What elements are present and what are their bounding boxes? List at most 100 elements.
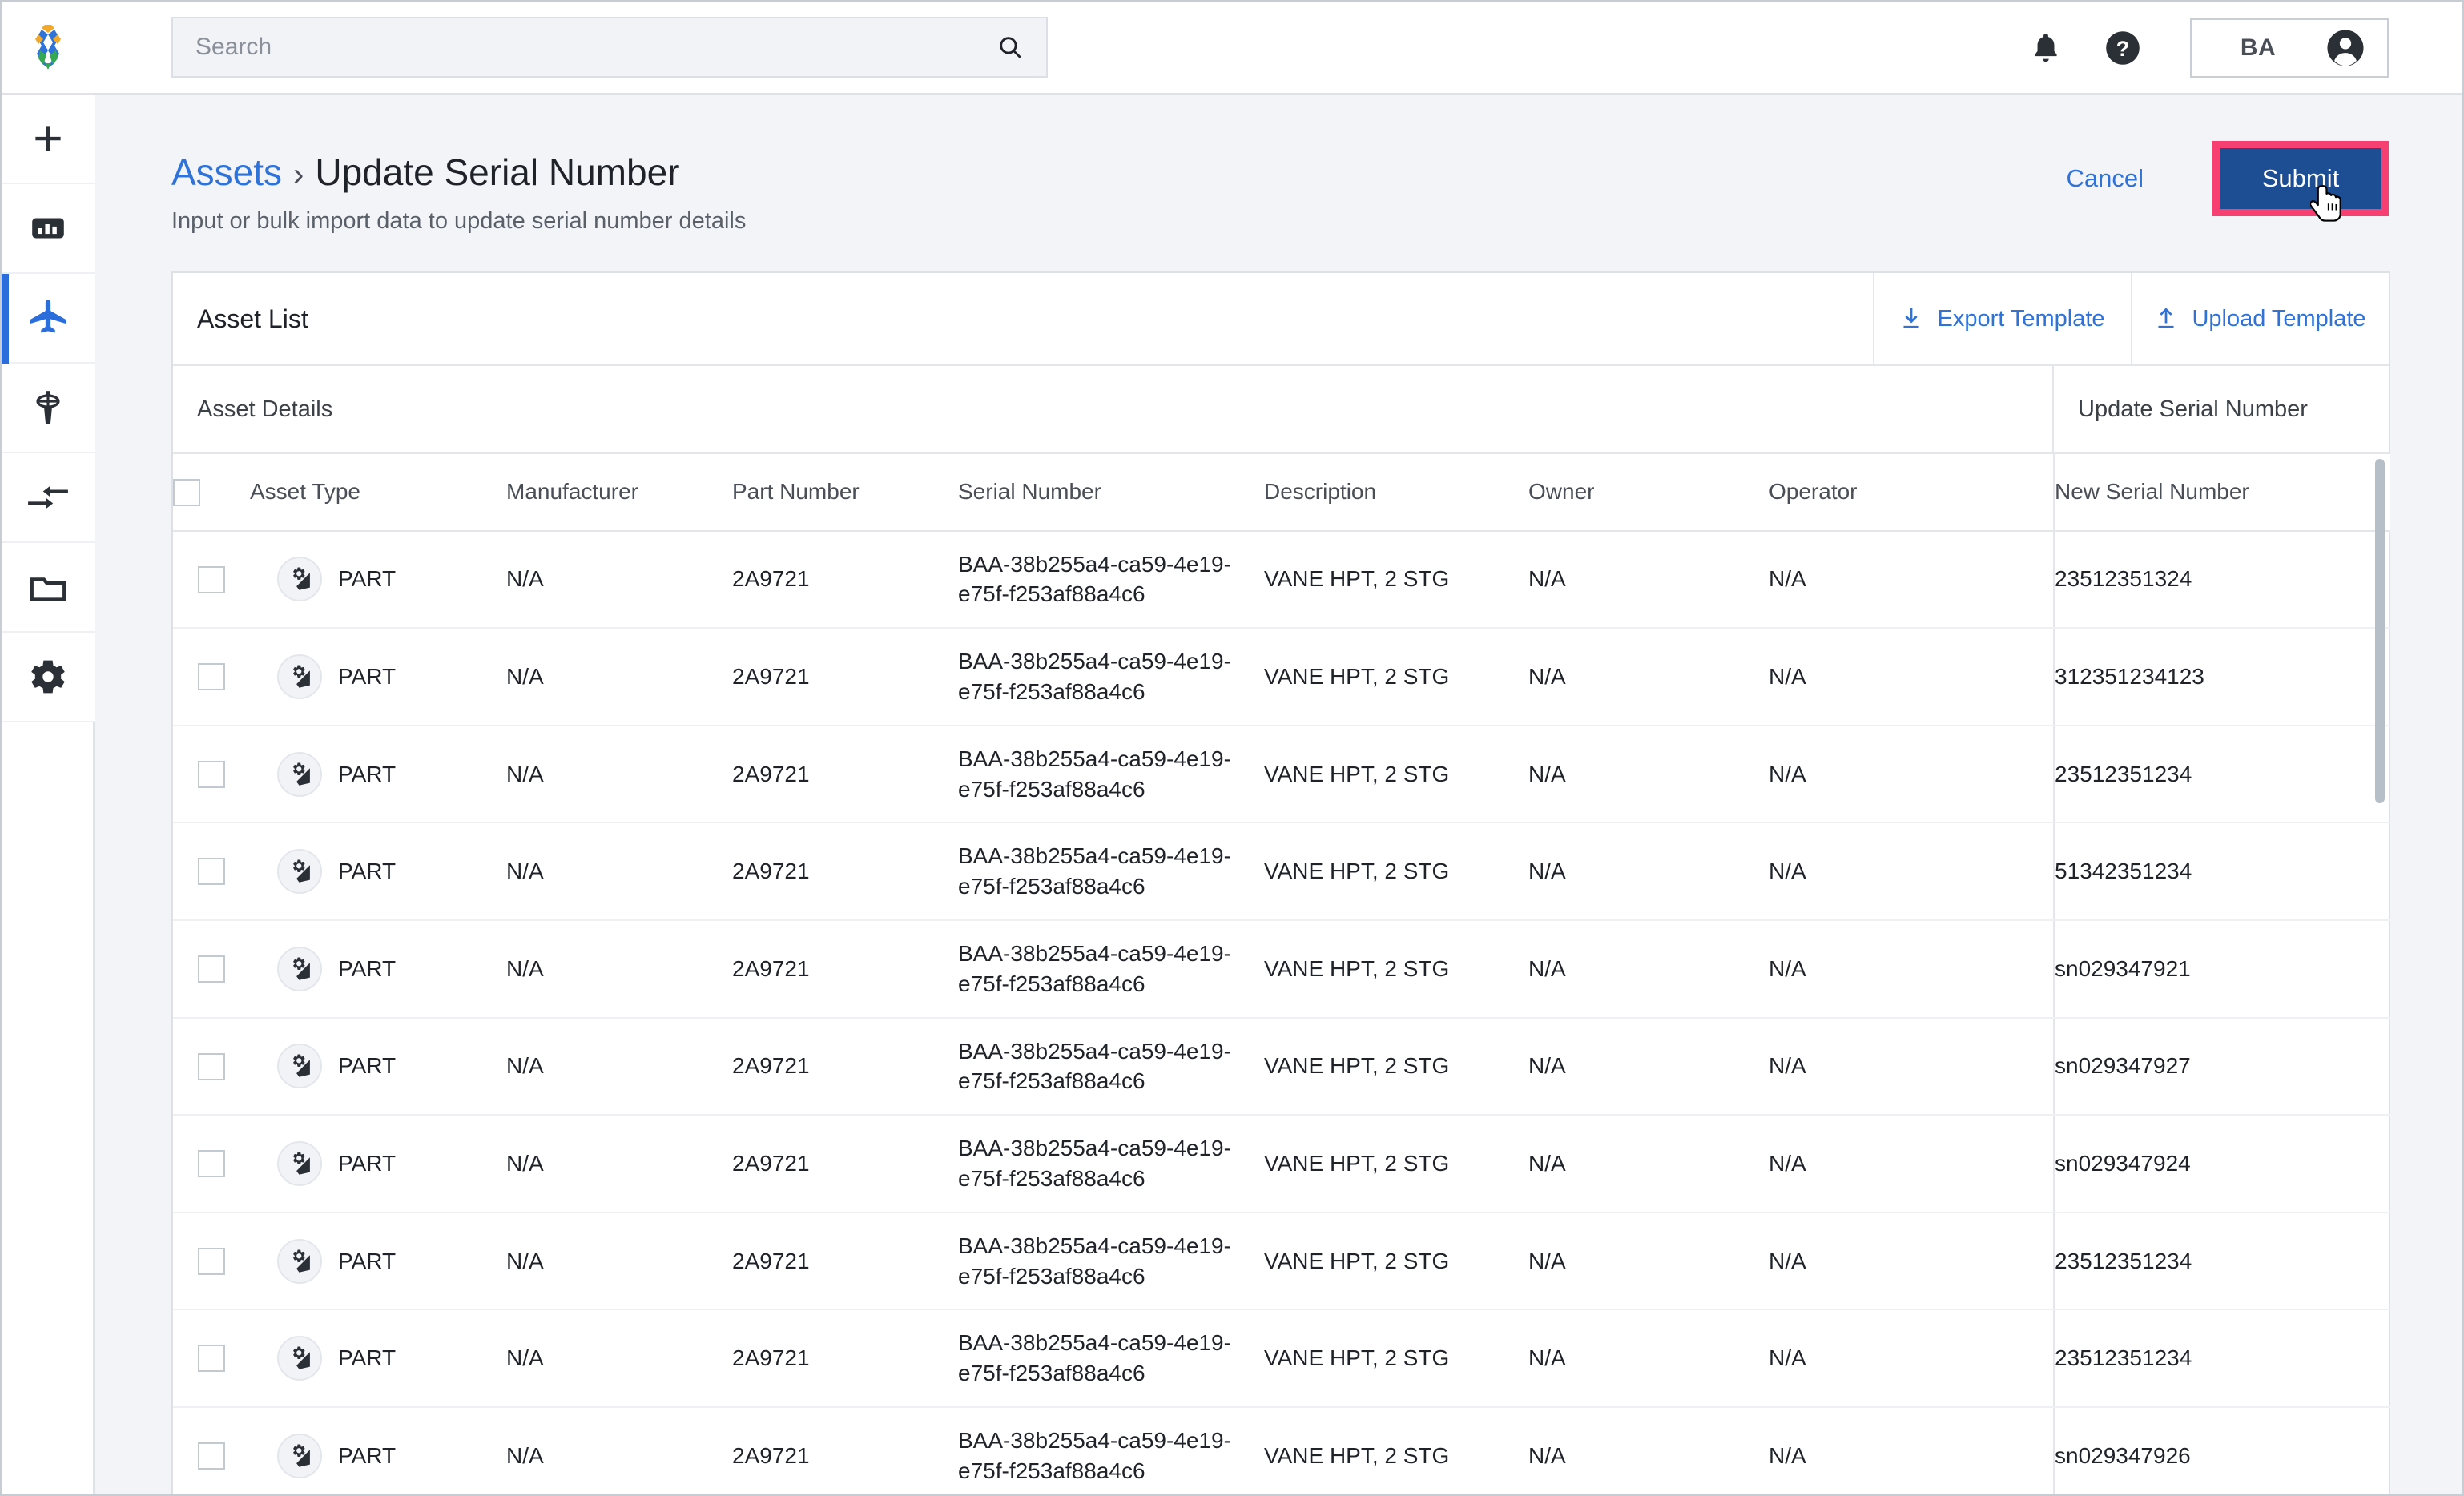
cell-asset-type: PART (250, 628, 506, 726)
app-logo[interactable] (2, 2, 95, 94)
cell-manufacturer: N/A (506, 919, 732, 1019)
user-menu[interactable]: BA (2190, 18, 2389, 78)
search-input[interactable] (173, 34, 996, 61)
upload-template-button[interactable]: Upload Template (2131, 273, 2389, 364)
row-checkbox[interactable] (198, 1052, 225, 1080)
search-icon[interactable] (996, 34, 1024, 61)
column-header-serial-number[interactable]: Serial Number (958, 454, 1264, 532)
export-template-button[interactable]: Export Template (1873, 273, 2131, 364)
cell-asset-type: PART (250, 1115, 506, 1213)
cell-new-serial-number[interactable]: 51342351234 (2053, 822, 2390, 921)
table-row[interactable]: PART N/A 2A9721 BAA-38b255a4-ca59-4e19-e75f… (173, 1406, 2390, 1494)
column-header-asset-type[interactable]: Asset Type (250, 454, 506, 532)
table-row[interactable]: PART N/A 2A9721 BAA-38b255a4-ca59-4e19-e75f… (173, 1212, 2390, 1311)
table-row[interactable]: PART N/A 2A9721 BAA-38b255a4-ca59-4e19-e75f… (173, 822, 2390, 921)
gear-icon (31, 660, 65, 694)
breadcrumb-separator-icon: › (293, 157, 304, 192)
row-checkbox[interactable] (198, 565, 225, 593)
table-row[interactable]: PART N/A 2A9721 BAA-38b255a4-ca59-4e19-e75f… (173, 1309, 2390, 1408)
row-checkbox[interactable] (198, 760, 225, 788)
row-checkbox[interactable] (198, 1247, 225, 1275)
cell-part-number: 2A9721 (732, 1212, 958, 1311)
row-select-cell (173, 1115, 250, 1213)
table-row[interactable]: PART N/A 2A9721 BAA-38b255a4-ca59-4e19-e75f… (173, 919, 2390, 1019)
cell-operator: N/A (1769, 1309, 2054, 1408)
sidebar-item-transfers[interactable] (2, 453, 95, 543)
sidebar-item-dashboard[interactable] (2, 184, 95, 274)
table-row[interactable]: PART N/A 2A9721 BAA-38b255a4-ca59-4e19-e75f… (173, 725, 2390, 824)
cell-manufacturer: N/A (506, 628, 732, 726)
global-search[interactable] (171, 17, 1048, 78)
row-checkbox[interactable] (198, 1442, 225, 1470)
row-select-cell (173, 628, 250, 726)
help-button[interactable]: ? (2084, 2, 2161, 95)
sidebar-item-add[interactable] (2, 95, 95, 184)
notifications-button[interactable] (2007, 2, 2084, 95)
column-header-owner[interactable]: Owner (1528, 454, 1769, 532)
part-type-badge (277, 1336, 322, 1381)
cell-new-serial-number[interactable]: sn029347921 (2053, 919, 2390, 1019)
cell-operator: N/A (1769, 1212, 2054, 1311)
submit-button-highlight: Submit (2212, 141, 2389, 222)
asset-type-label: PART (338, 955, 397, 981)
folder-icon (30, 577, 66, 601)
select-all-checkbox[interactable] (173, 478, 200, 506)
part-type-badge (277, 557, 322, 602)
row-checkbox[interactable] (198, 1150, 225, 1178)
cancel-button[interactable]: Cancel (2035, 151, 2176, 206)
asset-table-wrapper: Asset Type Manufacturer Part Number Seri… (173, 454, 2390, 1494)
sidebar-item-operations[interactable] (2, 364, 95, 453)
header-actions: ? BA (2007, 2, 2462, 95)
cell-new-serial-number[interactable]: 23512351324 (2053, 530, 2390, 629)
cell-owner: N/A (1528, 1406, 1769, 1494)
table-row[interactable]: PART N/A 2A9721 BAA-38b255a4-ca59-4e19-e75f… (173, 1115, 2390, 1213)
sidebar-item-documents[interactable] (2, 543, 95, 633)
left-nav-sidebar (2, 95, 95, 1494)
cell-manufacturer: N/A (506, 1212, 732, 1311)
part-type-badge (277, 849, 322, 895)
row-select-cell (173, 822, 250, 921)
column-header-description[interactable]: Description (1264, 454, 1528, 532)
sidebar-item-settings[interactable] (2, 633, 95, 722)
row-checkbox[interactable] (198, 955, 225, 983)
cell-serial-number: BAA-38b255a4-ca59-4e19-e75f-f253af88a4c6 (958, 919, 1264, 1019)
submit-button[interactable]: Submit (2220, 148, 2381, 209)
cell-new-serial-number[interactable]: sn029347926 (2053, 1406, 2390, 1494)
row-checkbox[interactable] (198, 1345, 225, 1373)
row-checkbox[interactable] (198, 663, 225, 691)
asset-type-label: PART (338, 1345, 397, 1371)
cell-operator: N/A (1769, 919, 2054, 1019)
row-checkbox[interactable] (198, 858, 225, 886)
table-row[interactable]: PART N/A 2A9721 BAA-38b255a4-ca59-4e19-e75f… (173, 1017, 2390, 1116)
cell-new-serial-number[interactable]: 23512351234 (2053, 1309, 2390, 1408)
cell-operator: N/A (1769, 822, 2054, 921)
column-header-manufacturer[interactable]: Manufacturer (506, 454, 732, 532)
cell-part-number: 2A9721 (732, 628, 958, 726)
sidebar-item-assets[interactable] (2, 274, 95, 364)
cell-serial-number: BAA-38b255a4-ca59-4e19-e75f-f253af88a4c6 (958, 628, 1264, 726)
cell-new-serial-number[interactable]: 312351234123 (2053, 628, 2390, 726)
cell-new-serial-number[interactable]: 23512351234 (2053, 725, 2390, 824)
table-row[interactable]: PART N/A 2A9721 BAA-38b255a4-ca59-4e19-e75f… (173, 530, 2390, 629)
select-all-header (173, 454, 250, 532)
application-window: ? BA (0, 0, 2464, 1496)
cell-new-serial-number[interactable]: 23512351234 (2053, 1212, 2390, 1311)
main-content-area: Assets › Update Serial Number Input or b… (95, 95, 2462, 1494)
table-row[interactable]: PART N/A 2A9721 BAA-38b255a4-ca59-4e19-e75f… (173, 628, 2390, 726)
row-select-cell (173, 530, 250, 629)
column-header-part-number[interactable]: Part Number (732, 454, 958, 532)
cell-serial-number: BAA-38b255a4-ca59-4e19-e75f-f253af88a4c6 (958, 1406, 1264, 1494)
cell-operator: N/A (1769, 725, 2054, 824)
table-vertical-scrollbar[interactable] (2375, 459, 2385, 803)
svg-text:?: ? (2116, 37, 2130, 61)
cell-new-serial-number[interactable]: sn029347924 (2053, 1115, 2390, 1213)
column-header-operator[interactable]: Operator (1769, 454, 2054, 532)
top-header-bar: ? BA (2, 2, 2462, 95)
column-header-new-serial-number[interactable]: New Serial Number (2053, 454, 2390, 532)
part-gear-icon (293, 1249, 310, 1273)
breadcrumb-link-assets[interactable]: Assets (171, 151, 282, 194)
page-header: Assets › Update Serial Number Input or b… (95, 95, 2462, 235)
cell-new-serial-number[interactable]: sn029347927 (2053, 1017, 2390, 1116)
cell-asset-type: PART (250, 1309, 506, 1408)
bell-icon (2035, 34, 2057, 62)
